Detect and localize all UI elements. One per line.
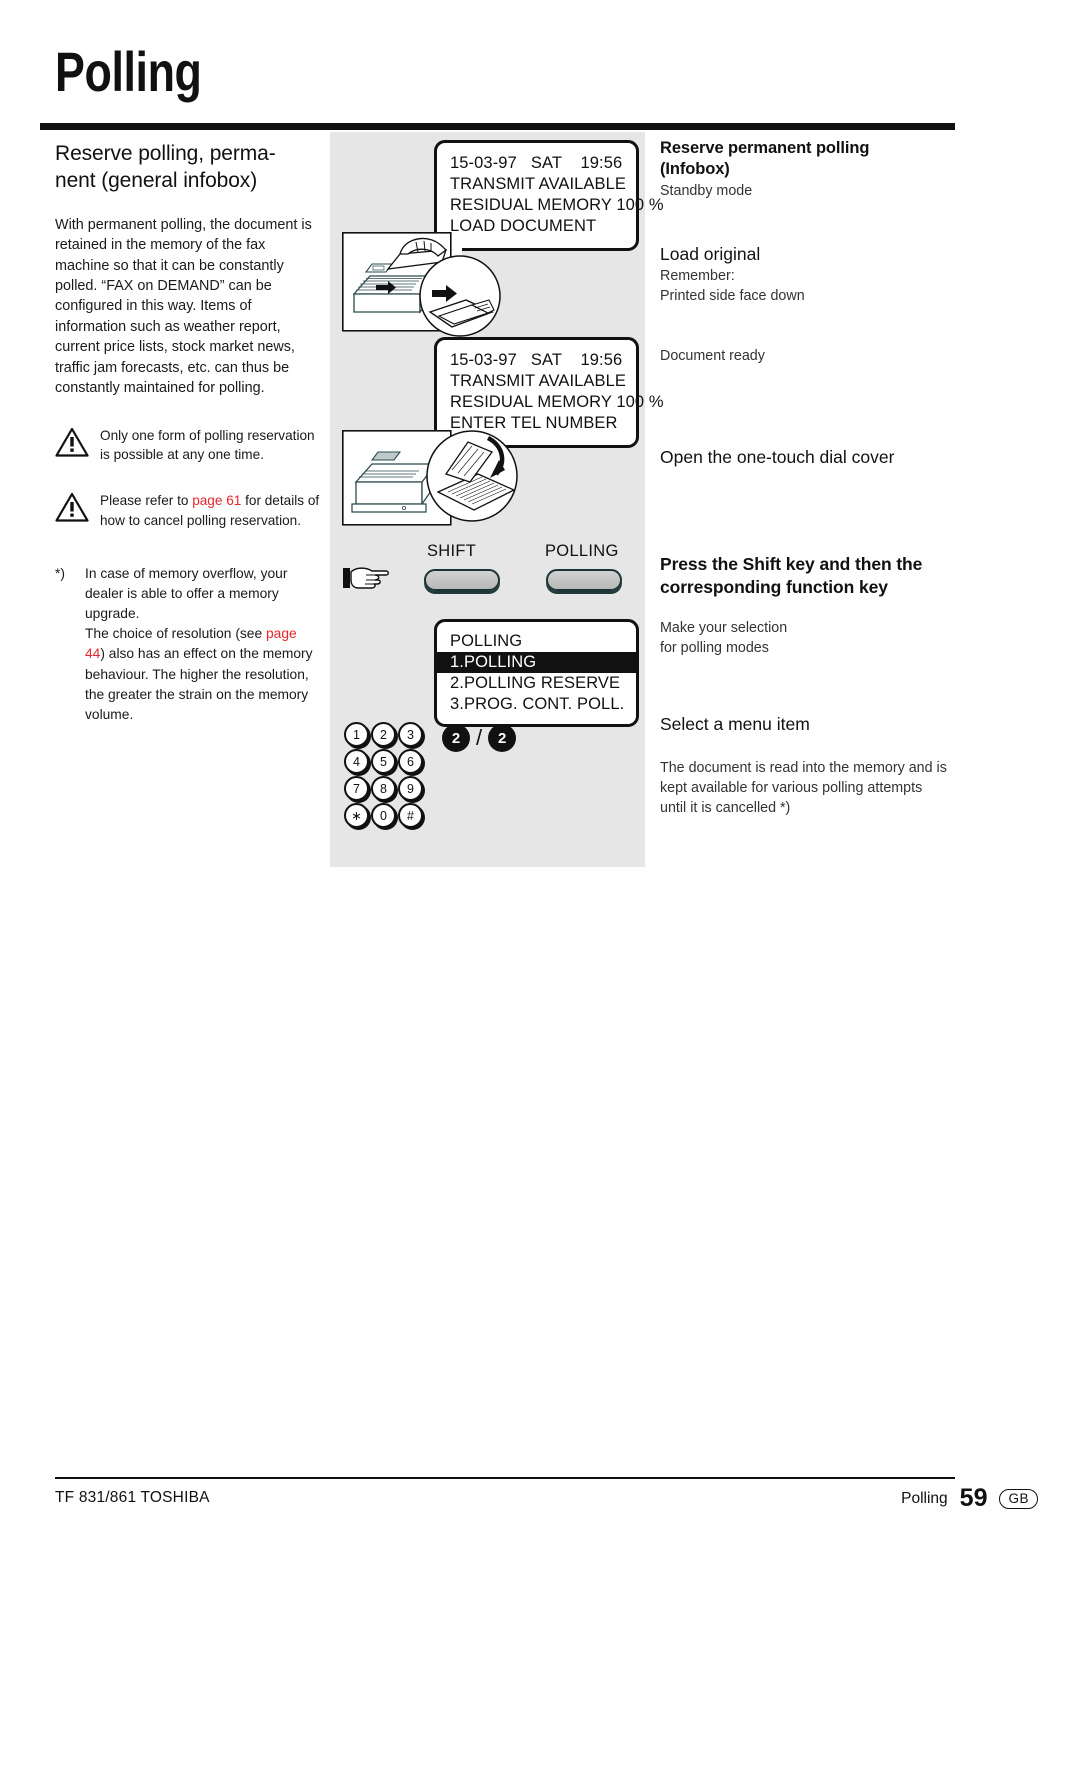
shift-key-label: SHIFT	[427, 542, 477, 560]
right-sub-standby-mode: Standby mode	[660, 182, 753, 199]
title-divider	[40, 123, 955, 130]
menu-item-1[interactable]: 1.POLLING	[437, 652, 636, 674]
keypad-key-6[interactable]: 6	[398, 749, 423, 774]
polling-key[interactable]	[546, 569, 622, 591]
load-document-illustration	[342, 232, 501, 337]
left-column: Reserve polling, perma-nent (general inf…	[55, 140, 320, 725]
standby-display-line-2: TRANSMIT AVAILABLE	[450, 175, 627, 194]
keypad-key-9[interactable]: 9	[398, 776, 423, 801]
menu-title: POLLING	[450, 632, 523, 650]
footer-section: Polling	[901, 1489, 948, 1507]
keypad-key-hash[interactable]: #	[398, 803, 423, 828]
footnote-part-2-before: The choice of resolution (see	[85, 626, 266, 642]
illustration-panel: 15-03-97 SAT 19:56 TRANSMIT AVAILABLE RE…	[330, 132, 664, 867]
keypad-row: 7 8 9	[344, 776, 423, 801]
warning-triangle-icon	[55, 492, 89, 527]
page-title-area: Polling	[55, 44, 955, 100]
document-ready-line-2: TRANSMIT AVAILABLE	[450, 372, 627, 391]
footer-model: TF 831/861 TOSHIBA	[55, 1489, 210, 1506]
footer-divider	[55, 1477, 955, 1479]
right-block-press-shift: Press the Shift key and then the correspo…	[660, 553, 950, 658]
intro-paragraph: With permanent polling, the document is …	[55, 216, 312, 397]
warning-note-1: Only one form of polling reservation is …	[55, 425, 320, 465]
standby-display-line-1: 15-03-97 SAT 19:56	[450, 154, 623, 172]
shift-key[interactable]	[424, 569, 500, 591]
keypad-key-2[interactable]: 2	[371, 722, 396, 747]
footnote: *) In case of memory overflow, your deal…	[55, 564, 320, 725]
footer-page-number: 59	[959, 1484, 988, 1512]
footer-right-group: Polling 59 GB	[901, 1484, 1038, 1513]
standby-display-line-3: RESIDUAL MEMORY 100 %	[450, 196, 664, 215]
right-block-load-original: Load original Remember: Printed side face…	[660, 243, 950, 306]
right-block-select-menu: Select a menu item The document is read …	[660, 713, 950, 819]
keypad-key-8[interactable]: 8	[371, 776, 396, 801]
menu-item-3[interactable]: 3.PROG. CONT. POLL.	[450, 694, 624, 715]
keypad-key-star[interactable]: ∗	[344, 803, 369, 828]
selection-indicator: 2 / 2	[442, 724, 517, 752]
right-sub-document-ready: Document ready	[660, 348, 765, 364]
right-heading-press-shift: Press the Shift key and then the correspo…	[660, 554, 923, 597]
footer-language-badge: GB	[999, 1488, 1038, 1509]
keypad-key-1[interactable]: 1	[344, 722, 369, 747]
right-heading-load-original: Load original	[660, 244, 761, 264]
footnote-part-2-after: ) also has an effect on the memory behav…	[85, 646, 313, 722]
open-one-touch-cover-illustration	[342, 430, 518, 526]
selection-separator: /	[476, 725, 483, 750]
pointing-hand-icon	[342, 564, 392, 599]
right-block-document-ready: Document ready	[660, 346, 950, 366]
right-block-open-cover: Open the one-touch dial cover	[660, 446, 950, 469]
numeric-keypad: 1 2 3 4 5 6 7 8 9 ∗ 0 #	[344, 722, 423, 830]
right-block-standby: Reserve permanent polling (Infobox) Stand…	[660, 138, 950, 201]
warning-note-2-text: Please refer to page 61 for details of h…	[100, 490, 320, 530]
keypad-row: 1 2 3	[344, 722, 423, 747]
footnote-text: In case of memory overflow, your dealer …	[85, 564, 320, 725]
keypad-key-7[interactable]: 7	[344, 776, 369, 801]
section-heading: Reserve polling, perma-nent (general inf…	[55, 142, 276, 193]
polling-menu-display: POLLING 1.POLLING 2.POLLING RESERVE 3.PR…	[434, 619, 639, 728]
menu-item-2[interactable]: 2.POLLING RESERVE	[450, 673, 624, 694]
footnote-marker: *)	[55, 565, 65, 581]
keypad-key-4[interactable]: 4	[344, 749, 369, 774]
page-title: Polling	[55, 40, 202, 103]
selection-mark-first: 2	[442, 724, 470, 752]
footnote-part-1: In case of memory overflow, your dealer …	[85, 565, 288, 622]
keypad-key-0[interactable]: 0	[371, 803, 396, 828]
selection-mark-second: 2	[488, 724, 517, 752]
warning-note-1-text: Only one form of polling reservation is …	[100, 427, 315, 462]
right-heading-reserve-permanent-polling: Reserve permanent polling (Infobox)	[660, 139, 870, 179]
right-heading-open-cover: Open the one-touch dial cover	[660, 447, 895, 467]
document-ready-line-3: RESIDUAL MEMORY 100 %	[450, 393, 664, 412]
warning-note-2: Please refer to page 61 for details of h…	[55, 490, 320, 530]
right-sub-load-original: Remember: Printed side face down	[660, 267, 805, 305]
keypad-row: ∗ 0 #	[344, 803, 423, 828]
right-sub-select-menu-item: The document is read into the memory and…	[660, 759, 947, 817]
note-2-text-before: Please refer to	[100, 493, 193, 509]
document-ready-line-1: 15-03-97 SAT 19:56	[450, 351, 623, 369]
right-heading-select-menu-item: Select a menu item	[660, 714, 810, 734]
keypad-key-3[interactable]: 3	[398, 722, 423, 747]
right-sub-make-selection: Make your selection for polling modes	[660, 619, 788, 656]
keypad-row: 4 5 6	[344, 749, 423, 774]
keypad-key-5[interactable]: 5	[371, 749, 396, 774]
warning-triangle-icon	[55, 427, 89, 462]
polling-key-label: POLLING	[545, 542, 619, 560]
page-61-link[interactable]: page 61	[192, 493, 241, 508]
manual-page: Polling Reserve polling, perma-nent (gen…	[0, 0, 1080, 1773]
